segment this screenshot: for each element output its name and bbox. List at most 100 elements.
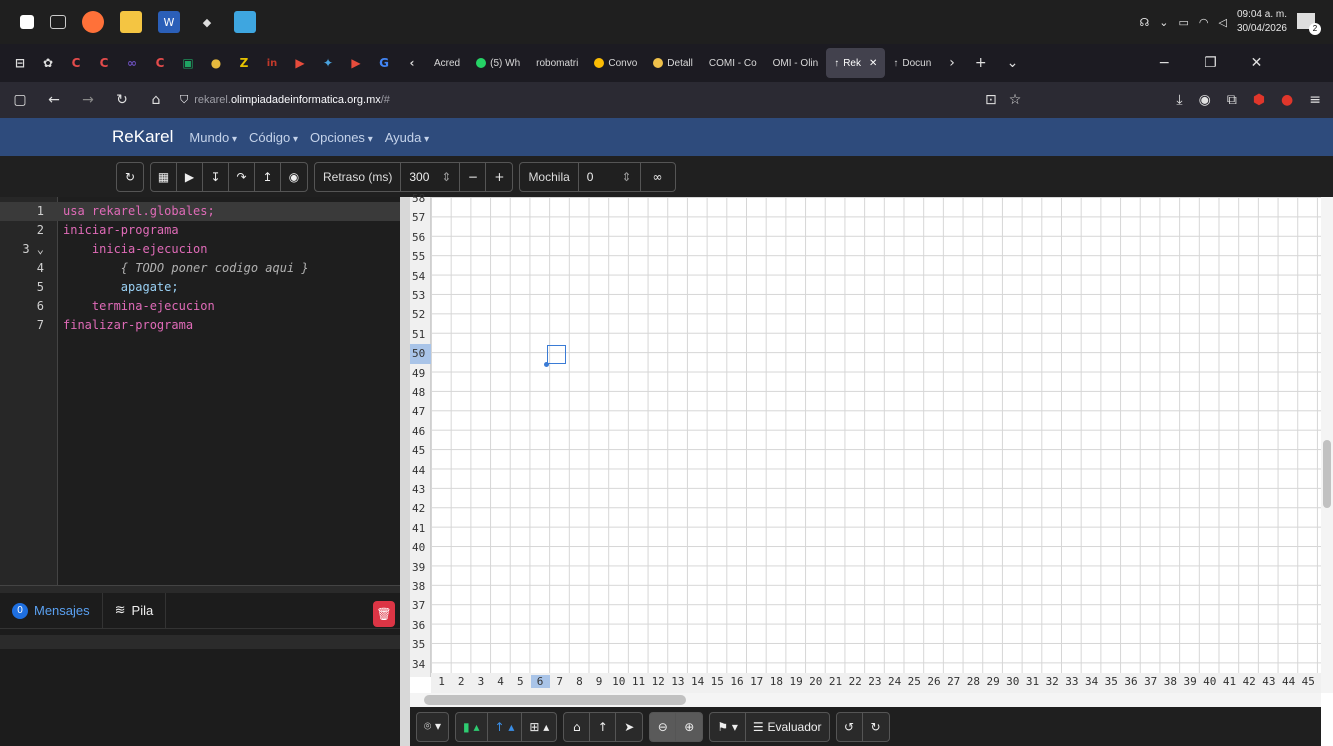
world-divider[interactable] [400,197,410,746]
tab-detall[interactable]: Detall [645,48,701,78]
menu-ayuda[interactable]: Ayuda [385,130,429,145]
sidebar-icon[interactable]: ▢ [6,92,34,108]
step-into-button[interactable]: ↧ [203,162,229,191]
menu-mundo[interactable]: Mundo [189,130,237,145]
remote-desktop-icon[interactable] [234,11,256,33]
clock[interactable]: 09:04 a. m. 30/04/2026 [1237,8,1287,36]
code-line[interactable]: 6 termina-ejecucion [0,297,400,316]
code-line[interactable]: 1 usa rekarel.globales; [0,202,400,221]
word-icon[interactable]: W [158,11,180,33]
forward-icon[interactable]: → [74,92,102,108]
evaluator-button[interactable]: ☰ Evaluador [746,713,829,741]
watch-button[interactable]: ◉ [281,163,307,191]
site-info-icon[interactable]: ⛉ [180,93,188,107]
pinned-tab-google-icon[interactable]: G [370,49,398,77]
tab-robomatri[interactable]: robomatri [528,48,586,78]
tab-omi[interactable]: OMI - Olin [765,48,827,78]
pinned-tab-circle-icon[interactable]: ● [202,49,230,77]
locate-button[interactable]: ➤ [616,713,642,741]
tab-convo[interactable]: Convo [586,48,645,78]
bag-input[interactable]: 0 ⇕ [579,162,641,191]
pinned-tab-c1[interactable]: C [62,49,90,77]
tab-rekarel[interactable]: ↑ Rek ✕ [826,48,886,78]
pinned-tab-z[interactable]: Z [230,49,258,77]
reset-button[interactable]: ↻ [117,163,143,191]
file-explorer-icon[interactable] [120,11,142,33]
menu-codigo[interactable]: Código [249,130,298,145]
code-line[interactable]: 3 ⌄ inicia-ejecucion [0,240,400,259]
notifications-icon[interactable]: 2 [1297,11,1321,35]
world-grid[interactable] [431,197,1321,673]
compile-button[interactable]: ▦ [151,162,177,191]
step-over-button[interactable]: ↷ [229,162,255,191]
delay-increase-button[interactable]: + [486,163,512,191]
volume-icon[interactable]: ◁ [1218,16,1226,29]
tray-chevron-icon[interactable]: ⌄ [1159,16,1168,29]
pinned-tab-sheets-icon[interactable]: ▣ [174,49,202,77]
beepers-button[interactable]: ▮ ▴ [456,712,488,741]
zoom-out-button[interactable]: ⊖ [650,712,677,741]
tabs-scroll-left-icon[interactable]: ‹ [398,49,426,77]
reload-icon[interactable]: ↻ [108,92,136,108]
code-line[interactable]: 7 finalizar-programa [0,316,400,335]
bookmark-star-icon[interactable]: ☆ [1009,92,1022,108]
new-tab-icon[interactable]: + [965,55,997,71]
code-editor[interactable]: 1 usa rekarel.globales; 2 iniciar-progra… [0,197,400,585]
run-button[interactable]: ▶ [177,162,203,191]
downloads-icon[interactable]: ⤓ [1176,92,1182,108]
close-tab-icon[interactable]: ✕ [869,58,877,69]
home-icon[interactable]: ⌂ [142,92,170,108]
horizontal-scrollbar[interactable] [410,693,1321,707]
pinned-tab-icon[interactable]: ✿ [34,49,62,77]
adblock-icon[interactable]: ● [1281,92,1293,108]
reader-view-icon[interactable]: ⊡ [985,92,997,108]
battery-icon[interactable]: ▭ [1178,16,1188,29]
karel-world[interactable]: 58 57 56 55 54 53 52 51 50 49 48 47 46 45 44 43 42 41 40 39… [410,192,1333,746]
flag-button[interactable]: ⚑ ▾ [710,712,746,741]
ublock-icon[interactable]: ⬢ [1253,92,1265,108]
tab-list-icon[interactable]: ⊟ [6,49,34,77]
code-line[interactable]: 2 iniciar-programa [0,221,400,240]
extensions-icon[interactable]: ⧉ [1227,92,1237,108]
address-field[interactable]: ⛉ rekarel.olimpiadadeinformatica.org.mx/… [180,93,390,107]
rotate-right-button[interactable]: ↻ [863,713,889,741]
clear-messages-button[interactable]: 🗑 [373,601,395,627]
pinned-tab-slack-icon[interactable]: ✦ [314,49,342,77]
vertical-scroll-thumb[interactable] [1323,440,1331,508]
close-window-icon[interactable]: ✕ [1241,55,1273,71]
tab-docun[interactable]: ↑ Docun [885,48,939,78]
bag-infinite-button[interactable]: ∞ [641,163,675,191]
code-line[interactable]: 4 { TODO poner codigo aqui } [0,259,400,278]
pinned-tab-c2[interactable]: C [90,49,118,77]
vertical-scrollbar[interactable] [1321,197,1333,693]
wifi-icon[interactable]: ◠ [1199,16,1209,29]
tab-stack[interactable]: ≋ Pila [103,592,167,629]
zoom-in-button[interactable]: ⊕ [676,713,702,741]
pinned-tab-c3[interactable]: C [146,49,174,77]
back-icon[interactable]: ← [40,92,68,108]
karel-button[interactable]: ↑ [590,712,617,741]
step-out-button[interactable]: ↥ [255,162,281,191]
tab-acred[interactable]: Acred [426,48,468,78]
minimize-icon[interactable]: − [1148,55,1180,71]
app-brand[interactable]: ReKarel [112,127,173,147]
walls-button[interactable]: ⊞ ▴ [522,713,556,741]
home-button[interactable]: ⌂ [564,712,591,741]
people-icon[interactable]: ☊ [1139,16,1149,29]
menu-opciones[interactable]: Opciones [310,130,373,145]
rotate-left-button[interactable]: ↺ [837,712,863,741]
pinned-tab-blank[interactable]: ∞ [118,49,146,77]
horizontal-scroll-thumb[interactable] [424,695,686,705]
pinned-tab-youtube-icon[interactable]: ▶ [286,49,314,77]
mouse-mode-button[interactable]: ⌾ ▾ [417,713,448,741]
delay-decrease-button[interactable]: − [460,162,487,191]
spinner-icon[interactable]: ⇕ [621,170,631,184]
tab-whatsapp[interactable]: (5) Wh [468,48,528,78]
pinned-tab-youtube2-icon[interactable]: ▶ [342,49,370,77]
task-view-icon[interactable] [50,15,66,29]
pinned-tab-in[interactable]: in [258,49,286,77]
restore-icon[interactable]: ❐ [1194,55,1227,71]
menu-icon[interactable]: ≡ [1309,92,1321,108]
orientation-button[interactable]: ↑ ▴ [488,712,523,741]
spinner-icon[interactable]: ⇕ [441,170,451,184]
